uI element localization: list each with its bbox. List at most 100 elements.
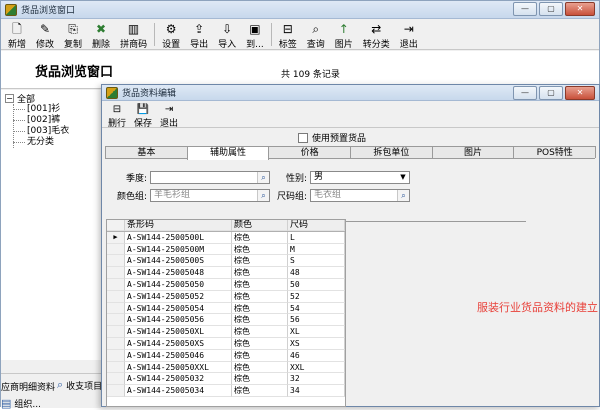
table-row[interactable]: A-SW144-25005050 棕色 50 [107, 278, 345, 291]
table-cell[interactable]: 棕色 [232, 231, 288, 244]
season-input[interactable]: ⌕ [150, 171, 270, 184]
table-cell[interactable]: 46 [288, 349, 345, 362]
toolbar-button-label[interactable]: ⊟ 标签 [274, 20, 302, 50]
tree-item[interactable]: 无分类 [5, 137, 97, 148]
minimize-button[interactable]: — [513, 2, 537, 16]
table-cell[interactable]: 56 [288, 314, 345, 327]
preset-goods-checkbox[interactable] [298, 132, 308, 143]
table-cell[interactable]: 棕色 [232, 243, 288, 256]
size-group-input[interactable]: 毛衣组 ⌕ [310, 189, 410, 202]
table-cell[interactable]: A-SW144-25005034 [125, 385, 232, 397]
table-cell[interactable]: 棕色 [232, 267, 288, 279]
header-color[interactable]: 颜色 [232, 220, 288, 231]
collapse-icon[interactable]: − [5, 93, 14, 103]
tab-0[interactable]: 基本 [105, 146, 188, 158]
table-cell[interactable]: 棕色 [232, 337, 288, 350]
table-row[interactable]: A-SW144-2500500S 棕色 S [107, 255, 345, 268]
table-cell[interactable]: 棕色 [232, 255, 288, 268]
toolbar-button-new-doc[interactable]: 🗋 新增 [3, 20, 31, 50]
supplier-detail-link[interactable]: 应商明细资料 [1, 380, 55, 393]
table-row[interactable]: A-SW144-250050XXL 棕色 XXL [107, 361, 345, 374]
barcode-grid[interactable]: 条形码 颜色 尺码 ▶ A-SW144-2500500L 棕色 L A-SW144-25… [106, 219, 346, 407]
dialog-button-save[interactable]: 💾 保存 [130, 102, 156, 130]
table-cell[interactable]: A-SW144-2500500L [125, 231, 232, 244]
table-cell[interactable]: 棕色 [232, 385, 288, 397]
tree-item[interactable]: [003]毛衣 [5, 126, 97, 137]
color-group-input[interactable]: 羊毛衫组 ⌕ [150, 189, 270, 202]
org-link[interactable]: ▤ 组织... [1, 397, 41, 410]
table-row[interactable]: A-SW144-25005046 棕色 46 [107, 349, 345, 362]
table-cell[interactable]: 52 [288, 290, 345, 303]
table-cell[interactable]: A-SW144-25005054 [125, 302, 232, 315]
toolbar-button-settings[interactable]: ⚙ 设置 [157, 20, 185, 50]
toolbar-button-barcode[interactable]: ▥ 拼商码 [115, 20, 152, 50]
toolbar-button-delete[interactable]: ✖ 删除 [87, 20, 115, 50]
table-cell[interactable]: 棕色 [232, 361, 288, 374]
table-cell[interactable]: XXL [288, 361, 345, 374]
tab-3[interactable]: 拆包单位 [350, 146, 433, 158]
tab-5[interactable]: POS特性 [513, 146, 597, 158]
header-size[interactable]: 尺码 [288, 220, 345, 231]
income-expense-link[interactable]: ⌕ 收支项目 [57, 378, 102, 392]
table-cell[interactable]: 棕色 [232, 314, 288, 327]
toolbar-button-import[interactable]: ⇩ 导入 [213, 20, 241, 50]
toolbar-button-goto[interactable]: ▣ 到... [241, 20, 269, 50]
table-cell[interactable]: L [288, 231, 345, 244]
dialog-title-bar[interactable]: 货品资料编辑 — ▢ ✕ [102, 85, 599, 101]
tree-item[interactable]: [002]裤 [5, 115, 97, 126]
dialog-minimize-button[interactable]: — [513, 86, 537, 100]
table-cell[interactable]: A-SW144-2500500S [125, 255, 232, 268]
preset-goods-row[interactable]: 使用预置货品 [298, 131, 366, 144]
table-cell[interactable]: 54 [288, 302, 345, 315]
tab-1[interactable]: 辅助属性 [186, 146, 270, 160]
tab-2[interactable]: 价格 [268, 146, 352, 158]
table-cell[interactable]: 棕色 [232, 278, 288, 291]
table-cell[interactable]: 棕色 [232, 373, 288, 386]
table-cell[interactable]: 50 [288, 278, 345, 291]
table-cell[interactable]: XL [288, 326, 345, 338]
tree-root-all[interactable]: − 全部 [5, 92, 97, 105]
close-button[interactable]: ✕ [565, 2, 595, 16]
table-cell[interactable]: A-SW144-25005032 [125, 373, 232, 386]
table-cell[interactable]: 棕色 [232, 302, 288, 315]
bg-title-bar[interactable]: 货品浏览窗口 — ▢ ✕ [1, 1, 599, 19]
toolbar-button-edit[interactable]: ✎ 修改 [31, 20, 59, 50]
table-cell[interactable]: A-SW144-25005046 [125, 349, 232, 362]
table-row[interactable]: A-SW144-250050XL 棕色 XL [107, 326, 345, 338]
dialog-button-exit[interactable]: ⇥ 退出 [156, 102, 182, 130]
table-cell[interactable]: 棕色 [232, 290, 288, 303]
maximize-button[interactable]: ▢ [539, 2, 563, 16]
table-row[interactable]: A-SW144-25005048 棕色 48 [107, 267, 345, 279]
table-row[interactable]: ▶ A-SW144-2500500L 棕色 L [107, 231, 345, 244]
table-cell[interactable]: A-SW144-250050XXL [125, 361, 232, 374]
table-cell[interactable]: A-SW144-250050XL [125, 326, 232, 338]
toolbar-button-reclassify[interactable]: ⇄ 转分类 [358, 20, 395, 50]
table-cell[interactable]: A-SW144-25005056 [125, 314, 232, 327]
table-row[interactable]: A-SW144-2500500M 棕色 M [107, 243, 345, 256]
search-icon[interactable]: ⌕ [397, 190, 409, 201]
table-cell[interactable]: A-SW144-250050XS [125, 337, 232, 350]
dialog-button-delete-row[interactable]: ⊟ 删行 [104, 102, 130, 130]
table-row[interactable]: A-SW144-250050XS 棕色 XS [107, 337, 345, 350]
dialog-maximize-button[interactable]: ▢ [539, 86, 563, 100]
toolbar-button-exit[interactable]: ⇥ 退出 [395, 20, 423, 50]
toolbar-button-picture[interactable]: ↑ 图片 [330, 20, 358, 50]
table-cell[interactable]: A-SW144-25005052 [125, 290, 232, 303]
gender-select[interactable]: 男 ▼ [310, 171, 410, 184]
toolbar-button-export[interactable]: ⇪ 导出 [185, 20, 213, 50]
table-cell[interactable]: A-SW144-2500500M [125, 243, 232, 256]
table-row[interactable]: A-SW144-25005034 棕色 34 [107, 385, 345, 397]
table-row[interactable]: A-SW144-25005052 棕色 52 [107, 290, 345, 303]
tree-item[interactable]: [001]衫 [5, 104, 97, 115]
table-row[interactable]: A-SW144-25005054 棕色 54 [107, 302, 345, 315]
table-cell[interactable]: 34 [288, 385, 345, 397]
table-row[interactable]: A-SW144-25005032 棕色 32 [107, 373, 345, 386]
table-cell[interactable]: 棕色 [232, 326, 288, 338]
table-cell[interactable]: XS [288, 337, 345, 350]
table-cell[interactable]: 48 [288, 267, 345, 279]
table-cell[interactable]: 32 [288, 373, 345, 386]
table-cell[interactable]: 棕色 [232, 349, 288, 362]
chevron-down-icon[interactable]: ▼ [397, 172, 409, 183]
table-row[interactable]: A-SW144-25005056 棕色 56 [107, 314, 345, 327]
toolbar-button-query[interactable]: ⌕ 查询 [302, 20, 330, 50]
